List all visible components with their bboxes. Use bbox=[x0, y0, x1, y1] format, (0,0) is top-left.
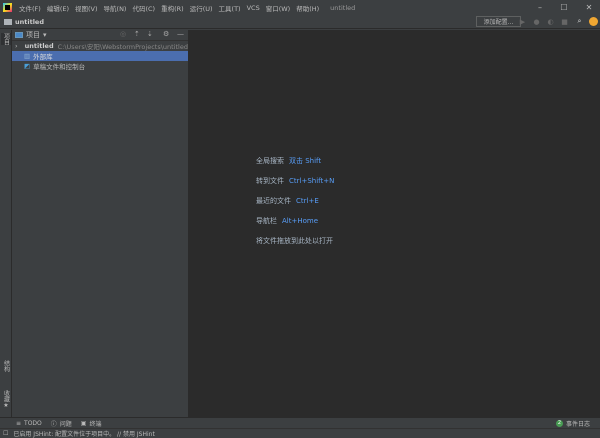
tree-item-path: C:\Users\安阳\WebstormProjects\untitled bbox=[57, 43, 188, 51]
menu-edit[interactable]: 编辑(E) bbox=[44, 3, 72, 13]
debug-icon[interactable]: ● bbox=[531, 16, 542, 27]
hint-shortcut: Alt+Home bbox=[282, 217, 319, 225]
maximize-button[interactable]: ☐ bbox=[553, 0, 575, 15]
hint-label: 将文件拖放到此处以打开 bbox=[256, 237, 333, 245]
hint-shortcut: Ctrl+E bbox=[296, 197, 319, 205]
hide-icon[interactable]: — bbox=[177, 30, 184, 38]
event-count-badge: 2 bbox=[555, 419, 563, 427]
list-icon: ≡ bbox=[16, 419, 22, 427]
tree-item-name: 草稿文件和控制台 bbox=[33, 63, 86, 71]
terminal-icon: ▣ bbox=[80, 419, 87, 427]
tree-item-name: untitled bbox=[24, 42, 54, 50]
tab-todo[interactable]: ≡ TODO bbox=[16, 420, 42, 427]
tab-label: 终端 bbox=[89, 420, 102, 428]
hint-goto-file: 转到文件 Ctrl+Shift+N bbox=[256, 176, 334, 186]
status-message[interactable]: 已启用 JSHint: 配置文件位于项目中。 // 禁用 JSHint bbox=[13, 429, 154, 438]
tab-problems[interactable]: ⓘ 问题 bbox=[51, 419, 72, 428]
gear-icon[interactable]: ⚙ bbox=[163, 30, 169, 38]
hint-label: 转到文件 bbox=[256, 177, 284, 185]
locate-icon[interactable]: ◎ bbox=[120, 30, 126, 38]
hint-shortcut: Ctrl+Shift+N bbox=[289, 177, 335, 185]
project-panel-title[interactable]: 项目 bbox=[26, 30, 40, 40]
menu-run[interactable]: 运行(U) bbox=[187, 3, 216, 13]
update-icon[interactable] bbox=[588, 16, 599, 27]
tab-structure-label: 结构 bbox=[2, 360, 10, 372]
menu-navigate[interactable]: 导航(N) bbox=[101, 3, 130, 13]
coverage-icon[interactable]: ◐ bbox=[545, 16, 556, 27]
folder-icon bbox=[4, 18, 12, 25]
search-icon[interactable]: ⌕ bbox=[574, 16, 585, 27]
toggle-tool-windows-icon[interactable]: ☐ bbox=[3, 430, 8, 437]
collapse-all-icon[interactable]: ⇣ bbox=[147, 30, 153, 38]
tab-project[interactable]: 项目 bbox=[1, 33, 11, 45]
bottom-tool-stripe: ≡ TODO ⓘ 问题 ▣ 终端 2 事件日志 bbox=[0, 417, 600, 428]
hint-label: 全局搜索 bbox=[256, 157, 284, 165]
menu-window[interactable]: 窗口(W) bbox=[263, 3, 294, 13]
project-view-icon bbox=[15, 32, 23, 38]
tree-item-project[interactable]: › untitled C:\Users\安阳\WebstormProjects\… bbox=[12, 41, 188, 51]
close-button[interactable]: ✕ bbox=[578, 0, 600, 15]
tab-structure[interactable]: 结构 bbox=[1, 360, 11, 372]
menu-refactor[interactable]: 重构(R) bbox=[158, 3, 187, 13]
hint-shortcut: 双击 Shift bbox=[289, 157, 322, 165]
menu-view[interactable]: 视图(V) bbox=[72, 3, 101, 13]
status-bar: ☐ 已启用 JSHint: 配置文件位于项目中。 // 禁用 JSHint bbox=[0, 428, 600, 438]
hint-recent-files: 最近的文件 Ctrl+E bbox=[256, 196, 319, 206]
menu-vcs[interactable]: VCS bbox=[244, 4, 263, 12]
tab-label: 问题 bbox=[59, 420, 72, 428]
menu-file[interactable]: 文件(F) bbox=[16, 3, 44, 13]
menu-help[interactable]: 帮助(H) bbox=[293, 3, 322, 13]
webstorm-logo-icon bbox=[3, 3, 12, 12]
run-icon[interactable]: ▶ bbox=[517, 16, 528, 27]
tree-item-name: 外部库 bbox=[33, 53, 53, 61]
project-panel-header: 项目 ▾ ◎ ⇡ ⇣ ⚙ — bbox=[12, 30, 188, 41]
project-panel: 项目 ▾ ◎ ⇡ ⇣ ⚙ — › untitled C:\Users\安阳\We… bbox=[12, 30, 188, 417]
event-log-button[interactable]: 2 事件日志 bbox=[555, 419, 590, 428]
stop-icon[interactable]: ■ bbox=[559, 16, 570, 27]
hint-drop-files: 将文件拖放到此处以打开 bbox=[256, 236, 333, 246]
tab-terminal[interactable]: ▣ 终端 bbox=[81, 419, 102, 428]
tree-item-external-libraries[interactable]: ▥ 外部库 bbox=[12, 51, 188, 61]
menu-code[interactable]: 代码(C) bbox=[129, 3, 158, 13]
scratches-icon: ◩ bbox=[24, 62, 31, 70]
left-tool-stripe: 项目 结构 收藏 ★ bbox=[0, 30, 12, 417]
library-icon: ▥ bbox=[24, 52, 31, 60]
tab-favorites[interactable]: 收藏 ★ bbox=[1, 390, 11, 409]
add-configuration-button[interactable]: 添加配置... bbox=[476, 16, 521, 27]
hint-search-everywhere: 全局搜索 双击 Shift bbox=[256, 156, 321, 166]
hint-label: 导航栏 bbox=[256, 217, 277, 225]
menu-tools[interactable]: 工具(T) bbox=[216, 3, 244, 13]
hint-navigation-bar: 导航栏 Alt+Home bbox=[256, 216, 318, 226]
minimize-button[interactable]: – bbox=[529, 0, 551, 15]
expand-all-icon[interactable]: ⇡ bbox=[134, 30, 140, 38]
tab-label: TODO bbox=[24, 419, 42, 427]
tree-item-scratches[interactable]: ◩ 草稿文件和控制台 bbox=[12, 61, 188, 71]
info-icon: ⓘ bbox=[50, 420, 57, 428]
hint-label: 最近的文件 bbox=[256, 197, 291, 205]
window-title: untitled bbox=[330, 3, 356, 12]
chevron-right-icon[interactable]: › bbox=[15, 42, 18, 50]
editor-area[interactable]: 全局搜索 双击 Shift 转到文件 Ctrl+Shift+N 最近的文件 Ctrl+… bbox=[188, 30, 600, 417]
tab-favorites-label: 收藏 bbox=[2, 390, 10, 402]
chevron-down-icon[interactable]: ▾ bbox=[43, 31, 47, 39]
event-log-label: 事件日志 bbox=[565, 420, 590, 428]
breadcrumb-project[interactable]: untitled bbox=[15, 18, 44, 26]
title-bar: 文件(F) 编辑(E) 视图(V) 导航(N) 代码(C) 重构(R) 运行(U… bbox=[0, 0, 600, 15]
tab-project-label: 项目 bbox=[2, 33, 10, 45]
